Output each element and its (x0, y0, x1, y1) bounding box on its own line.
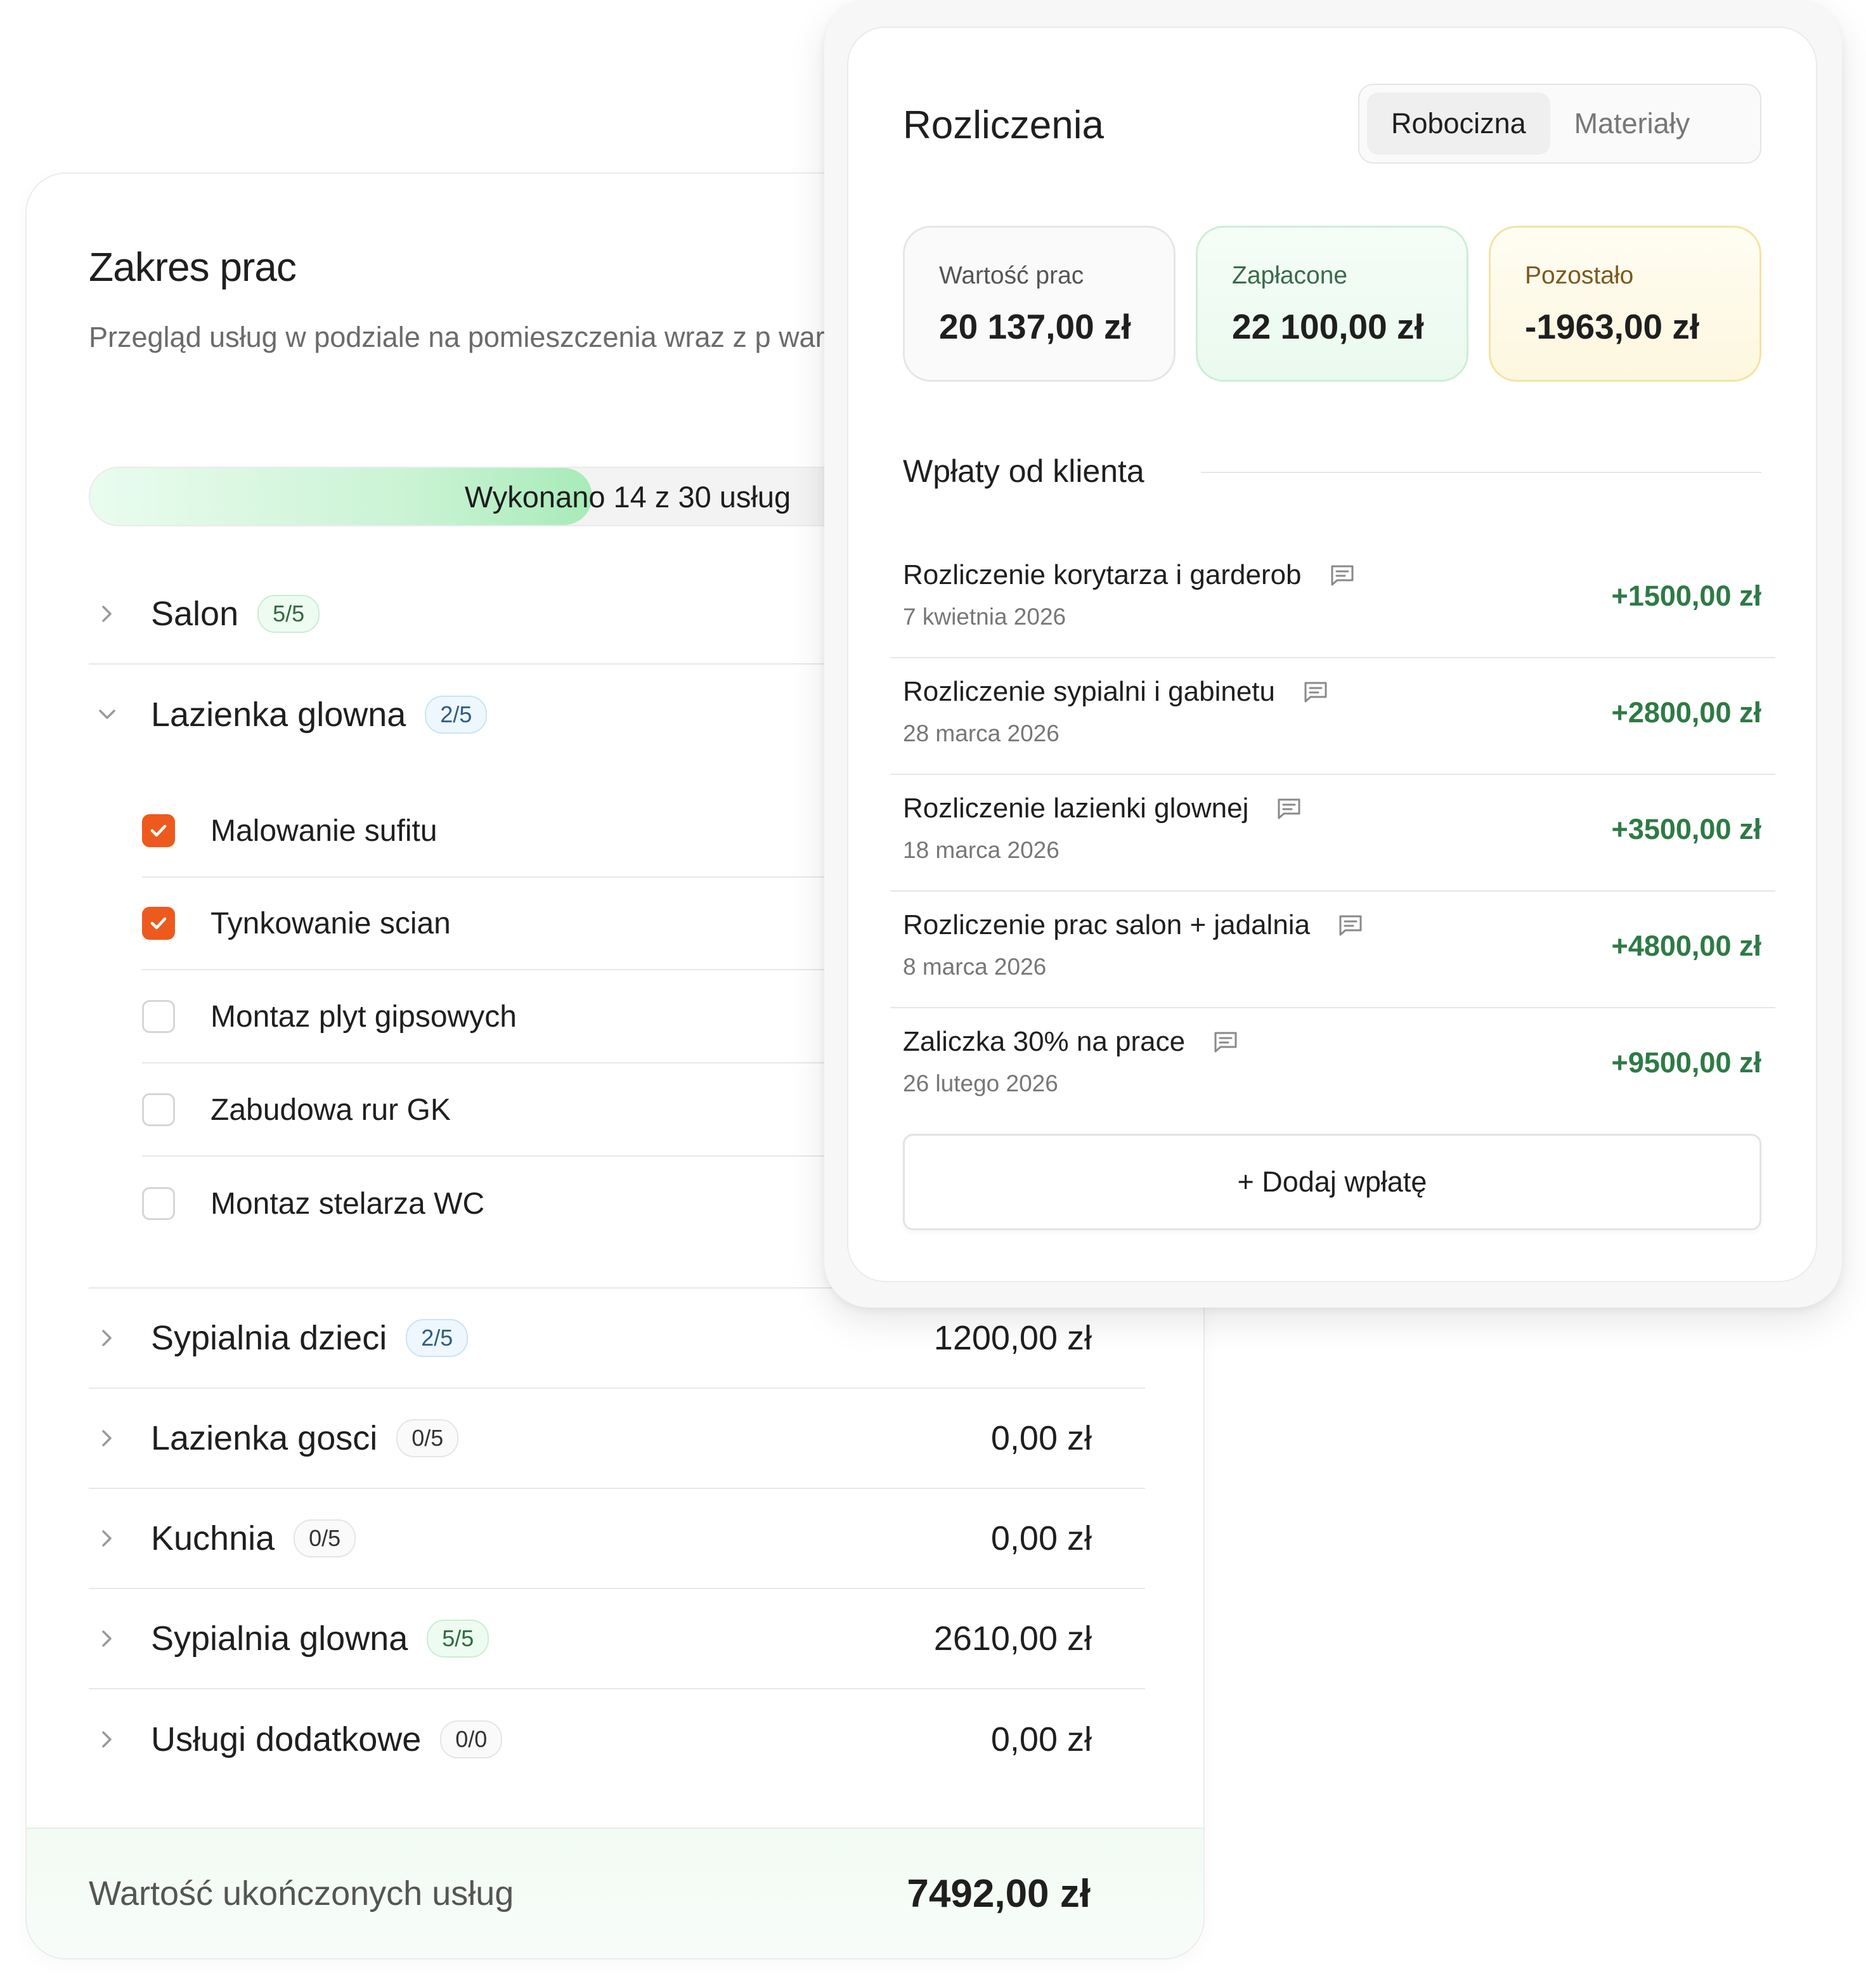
payment-date: 8 marca 2026 (903, 954, 1047, 980)
room-progress-badge: 0/5 (294, 1519, 356, 1557)
payment-date: 7 kwietnia 2026 (903, 604, 1066, 630)
task-label: Montaz stelarza WC (211, 1186, 485, 1221)
chevron-right-icon (98, 604, 117, 623)
stat-value: -1963,00 zł (1525, 307, 1700, 346)
room-progress-badge: 5/5 (427, 1620, 489, 1658)
payment-title: Rozliczenie lazienki glownej (903, 793, 1302, 824)
stat-label: Pozostało (1525, 262, 1634, 289)
room-name: Sypialnia dzieci (151, 1319, 387, 1357)
billing-panel: Rozliczenia Robocizna Materiały Wartość … (824, 0, 1842, 1308)
payment-date: 18 marca 2026 (903, 837, 1059, 863)
tab-materialy[interactable]: Materiały (1550, 93, 1714, 155)
payment-title-text: Rozliczenie prac salon + jadalnia (903, 909, 1311, 940)
payment-title: Rozliczenie sypialni i gabinetu (903, 676, 1328, 708)
room-amount: 1200,00 zł (933, 1319, 1092, 1357)
stat-value: 20 137,00 zł (939, 307, 1131, 346)
stat-label: Wartość prac (939, 262, 1084, 289)
payment-title-text: Zaliczka 30% na prace (903, 1026, 1186, 1057)
room-amount: 0,00 zł (990, 1720, 1092, 1758)
payments-heading: Wpłaty od klienta (903, 453, 1144, 489)
task-label: Montaz plyt gipsowych (211, 999, 517, 1034)
chevron-right-icon (98, 1629, 117, 1648)
room-name: Sypialnia glowna (151, 1620, 408, 1658)
room-row-lazienka-gosci[interactable]: Lazienka gosci 0/5 0,00 zł (89, 1389, 1145, 1489)
room-name: Usługi dodatkowe (151, 1720, 422, 1758)
payment-row[interactable]: Rozliczenie korytarza i garderob 7 kwiet… (890, 542, 1775, 658)
payment-amount: +3500,00 zł (1611, 813, 1761, 845)
stat-card-work-value: Wartość prac 20 137,00 zł (903, 226, 1176, 382)
room-name: Lazienka glowna (151, 696, 406, 734)
payment-title-text: Rozliczenie sypialni i gabinetu (903, 676, 1275, 707)
chevron-right-icon (98, 1329, 117, 1348)
task-label: Zabudowa rur GK (211, 1093, 451, 1127)
chevron-right-icon (98, 1730, 117, 1749)
payment-date: 26 lutego 2026 (903, 1070, 1058, 1096)
stat-card-paid: Zapłacone 22 100,00 zł (1196, 226, 1468, 382)
payment-amount: +4800,00 zł (1611, 930, 1761, 962)
note-icon[interactable] (1276, 797, 1302, 820)
room-progress-badge: 2/5 (425, 696, 488, 734)
task-checkbox[interactable] (142, 814, 175, 847)
billing-card: Rozliczenia Robocizna Materiały Wartość … (847, 27, 1817, 1282)
room-progress-badge: 0/5 (396, 1419, 459, 1457)
tab-robocizna[interactable]: Robocizna (1367, 93, 1550, 155)
payment-row[interactable]: Rozliczenie lazienki glownej 18 marca 20… (890, 775, 1775, 892)
room-amount: 0,00 zł (990, 1519, 1092, 1557)
summary-amount: 7492,00 zł (907, 1871, 1091, 1916)
heading-divider (1201, 472, 1761, 473)
room-row-kuchnia[interactable]: Kuchnia 0/5 0,00 zł (89, 1489, 1145, 1589)
room-name: Kuchnia (151, 1519, 275, 1557)
summary-label: Wartość ukończonych usług (89, 1874, 514, 1913)
billing-tab-switcher: Robocizna Materiały (1358, 84, 1761, 164)
room-name: Lazienka gosci (151, 1419, 378, 1457)
room-progress-badge: 2/5 (406, 1319, 469, 1357)
room-amount: 2610,00 zł (933, 1620, 1092, 1658)
chevron-right-icon (98, 1429, 117, 1448)
payment-row[interactable]: Rozliczenie sypialni i gabinetu 28 marca… (890, 658, 1775, 775)
task-checkbox[interactable] (142, 1093, 175, 1126)
room-progress-badge: 5/5 (257, 595, 320, 633)
task-label: Tynkowanie scian (211, 906, 451, 940)
task-label: Malowanie sufitu (211, 814, 437, 848)
task-checkbox[interactable] (142, 1000, 175, 1033)
note-icon[interactable] (1213, 1030, 1238, 1053)
completed-services-summary: Wartość ukończonych usług 7492,00 zł (27, 1828, 1203, 1958)
payment-amount: +9500,00 zł (1611, 1046, 1761, 1079)
stat-value: 22 100,00 zł (1232, 307, 1424, 346)
chevron-down-icon (98, 705, 117, 724)
payment-title: Zaliczka 30% na prace (903, 1026, 1238, 1058)
room-amount: 0,00 zł (990, 1419, 1092, 1457)
room-row-uslugi-dodatkowe[interactable]: Usługi dodatkowe 0/0 0,00 zł (89, 1689, 1145, 1790)
payment-amount: +2800,00 zł (1611, 696, 1761, 729)
stat-card-remaining: Pozostało -1963,00 zł (1489, 226, 1761, 382)
billing-title: Rozliczenia (903, 103, 1105, 147)
check-icon (150, 917, 167, 930)
note-icon[interactable] (1330, 564, 1355, 587)
payment-date: 28 marca 2026 (903, 720, 1059, 746)
payment-amount: +1500,00 zł (1611, 580, 1761, 612)
note-icon[interactable] (1338, 914, 1363, 937)
room-progress-badge: 0/0 (440, 1720, 503, 1758)
task-checkbox[interactable] (142, 1187, 175, 1220)
task-checkbox[interactable] (142, 907, 175, 940)
stat-label: Zapłacone (1232, 262, 1348, 289)
room-name: Salon (151, 595, 239, 633)
room-row-sypialnia-glowna[interactable]: Sypialnia glowna 5/5 2610,00 zł (89, 1589, 1145, 1689)
check-icon (150, 824, 167, 837)
payment-row[interactable]: Rozliczenie prac salon + jadalnia 8 marc… (890, 892, 1775, 1008)
note-icon[interactable] (1303, 680, 1328, 703)
chevron-right-icon (98, 1529, 117, 1548)
payment-title-text: Rozliczenie lazienki glownej (903, 793, 1249, 824)
payment-title-text: Rozliczenie korytarza i garderob (903, 559, 1302, 590)
scope-title: Zakres prac (89, 244, 297, 290)
payment-row[interactable]: Zaliczka 30% na prace 26 lutego 2026 +95… (890, 1008, 1775, 1125)
payment-title: Rozliczenie korytarza i garderob (903, 559, 1355, 591)
payment-title: Rozliczenie prac salon + jadalnia (903, 909, 1363, 941)
add-payment-button[interactable]: + Dodaj wpłatę (903, 1134, 1761, 1230)
